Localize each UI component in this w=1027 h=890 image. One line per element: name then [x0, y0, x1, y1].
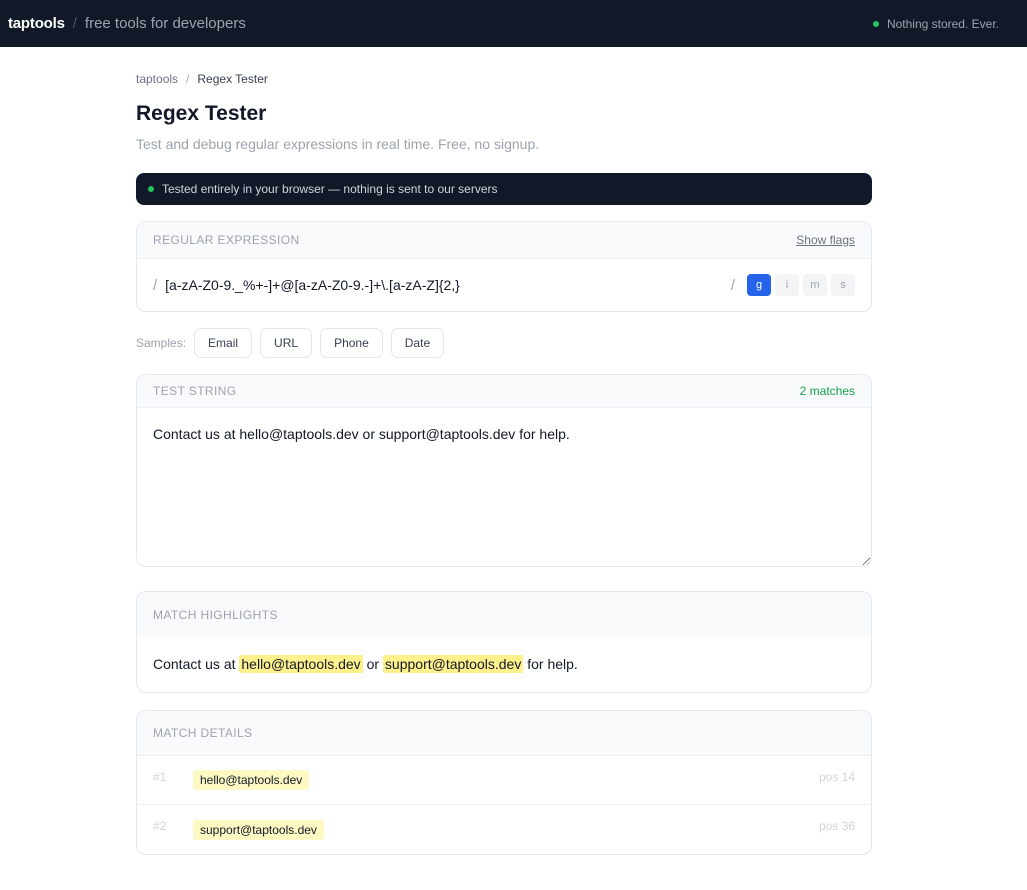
storage-status-text: Nothing stored. Ever.	[886, 16, 999, 31]
privacy-dot-icon	[148, 186, 154, 192]
samples-label: Samples:	[136, 336, 187, 350]
privacy-banner-text: Tested entirely in your browser — nothin…	[162, 182, 498, 196]
match-highlights-body: Contact us at hello@taptools.dev or supp…	[137, 637, 871, 692]
top-bar: taptools / free tools for developers Not…	[0, 0, 1027, 47]
test-string-card: Test String 2 matches Contact us at hell…	[136, 374, 872, 567]
highlight-text: Contact us at	[153, 656, 240, 672]
samples-bar: Samples: Email URL Phone Date	[136, 328, 872, 358]
match-highlights-title: Match Highlights	[153, 607, 278, 622]
breadcrumb-separator: /	[186, 72, 190, 86]
sample-url-button[interactable]: URL	[260, 328, 313, 358]
regex-input[interactable]	[157, 277, 731, 293]
page-subtitle: Test and debug regular expressions in re…	[136, 136, 540, 152]
storage-status: Nothing stored. Ever.	[872, 16, 1019, 31]
main-content: taptools / Regex Tester Regex Tester Tes…	[136, 47, 872, 855]
logo[interactable]: taptools	[8, 15, 65, 32]
match-value: hello@taptools.dev	[193, 770, 310, 790]
match-position: pos 14	[818, 770, 855, 784]
breadcrumb-current: Regex Tester	[197, 72, 268, 86]
flag-dotall-toggle[interactable]: s	[831, 274, 855, 296]
status-dot-icon	[872, 20, 879, 27]
match-index: #1	[153, 770, 167, 784]
match-detail-row: #1 hello@taptools.dev pos 14	[137, 756, 871, 805]
highlight-match: hello@taptools.dev	[239, 655, 363, 673]
highlight-text: for help.	[523, 656, 578, 672]
flag-ignore-case-toggle[interactable]: i	[775, 274, 799, 296]
match-details-title: Match Details	[153, 726, 253, 740]
match-highlights-card: Match Highlights Contact us at hello@tap…	[136, 591, 872, 693]
brand: taptools / free tools for developers	[8, 15, 246, 32]
match-highlights-header: Match Highlights	[137, 592, 871, 637]
regex-row: / / g i m s	[137, 259, 871, 311]
flag-multiline-toggle[interactable]: m	[803, 274, 827, 296]
match-value: support@taptools.dev	[193, 819, 324, 840]
test-string-title: Test String	[153, 384, 237, 398]
test-string-input[interactable]: Contact us at hello@taptools.dev or supp…	[137, 408, 871, 566]
match-detail-row: #2 support@taptools.dev pos 36	[137, 805, 871, 854]
regex-card: Regular Expression Show flags / / g i m …	[136, 221, 872, 312]
match-count: 2 matches	[799, 384, 855, 398]
sample-date-button[interactable]: Date	[390, 328, 445, 358]
brand-separator: /	[72, 15, 77, 32]
highlight-match: support@taptools.dev	[382, 655, 524, 673]
sample-phone-button[interactable]: Phone	[320, 328, 383, 358]
regex-close-slash: /	[730, 276, 735, 294]
page-title: Regex Tester	[136, 102, 267, 125]
match-details-card: Match Details #1 hello@taptools.dev pos …	[136, 710, 872, 855]
flag-global-toggle[interactable]: g	[747, 274, 771, 296]
breadcrumb: taptools / Regex Tester	[136, 72, 872, 86]
highlight-text: or	[362, 656, 383, 672]
privacy-banner: Tested entirely in your browser — nothin…	[136, 173, 872, 205]
regex-flags: / g i m s	[731, 274, 855, 296]
test-string-header: Test String 2 matches	[137, 375, 871, 408]
sample-email-button[interactable]: Email	[194, 328, 253, 358]
match-position: pos 36	[818, 819, 855, 833]
match-index: #2	[153, 819, 167, 833]
tagline: free tools for developers	[84, 15, 246, 32]
regex-card-header: Regular Expression Show flags	[137, 222, 871, 259]
breadcrumb-root[interactable]: taptools	[136, 72, 178, 86]
match-details-header: Match Details	[137, 711, 871, 756]
show-flags-link[interactable]: Show flags	[796, 233, 855, 247]
regex-card-title: Regular Expression	[153, 233, 300, 247]
